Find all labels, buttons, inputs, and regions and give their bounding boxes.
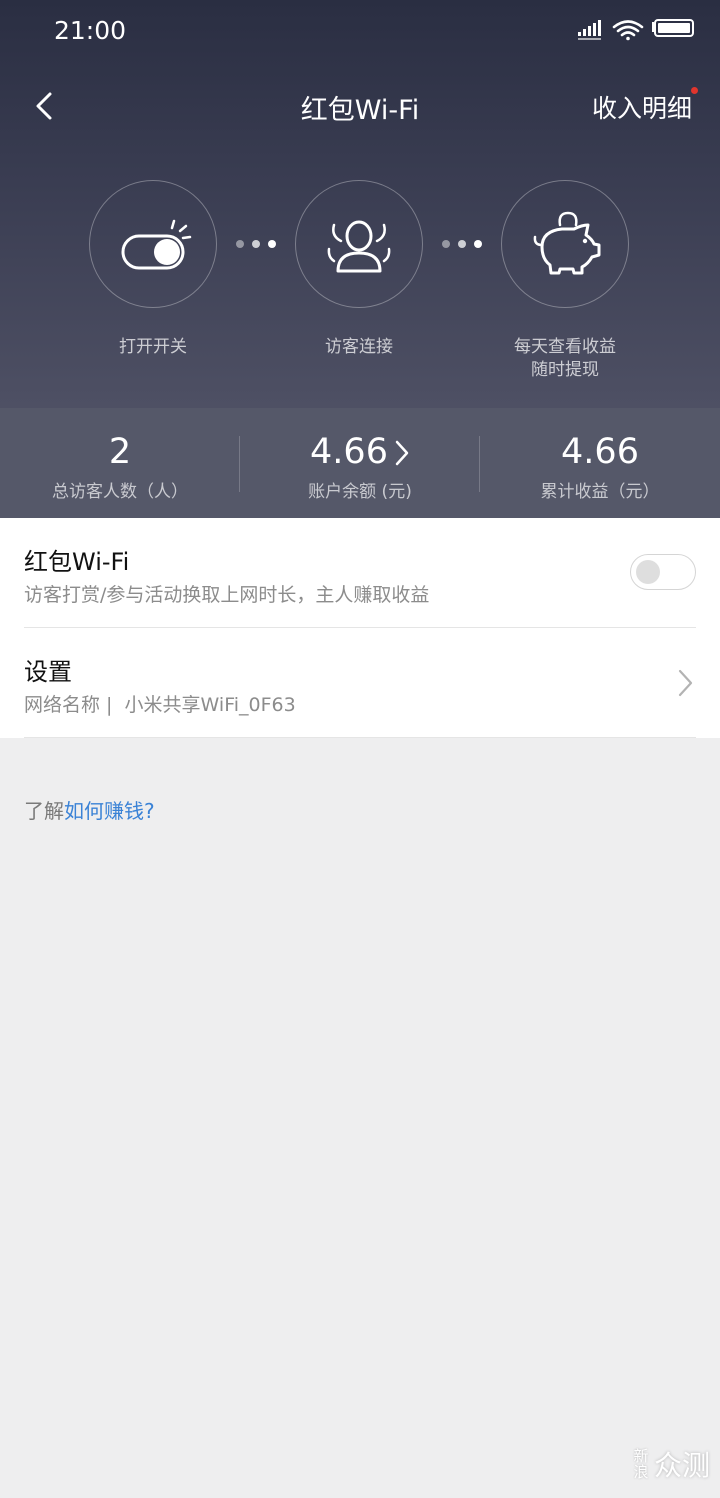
step-label-line2: 随时提现 [531,360,599,380]
watermark-small: 新 浪 [632,1448,650,1480]
toggle-switch-icon [121,219,192,270]
step-check-earnings: 每天查看收益 随时提现 [500,180,630,382]
battery-icon [652,19,694,37]
wifi-toggle-switch[interactable] [630,554,696,590]
stat-label: 总访客人数（人） [52,482,188,502]
stat-label: 累计收益（元） [540,482,660,502]
step-dots [234,240,284,250]
step-visitor-connect: 访客连接 [294,180,424,359]
stat-value: 2 [108,432,132,472]
help-text: 了解如何赚钱? [24,795,155,824]
stats-bar: 2 总访客人数（人） 4.66 账户余额 (元) 4.66 累计收益（元） [0,408,720,518]
nav-bar: 红包Wi-Fi 收入明细 [0,70,720,142]
piggy-bank-icon [533,211,601,275]
signal-icon [578,20,601,40]
step-circle [89,180,217,308]
watermark-small-bottom: 浪 [633,1463,649,1481]
stat-account-balance[interactable]: 4.66 账户余额 (元) [240,408,480,518]
row-subtitle: 网络名称 | 小米共享WiFi_0F63 [24,690,296,717]
wifi-icon [612,20,644,41]
notification-dot [691,87,698,94]
settings-card: 红包Wi-Fi 访客打赏/参与活动换取上网时长，主人赚取收益 设置 网络名称 |… [0,518,720,738]
divider [24,737,696,738]
toggle-knob [636,560,660,584]
row-title: 设置 [24,658,72,686]
step-circle [295,180,423,308]
stat-value: 4.66 [561,432,639,472]
stat-value: 4.66 [310,432,388,472]
row-subtitle: 访客打赏/参与活动换取上网时长，主人赚取收益 [24,584,430,606]
income-details-link[interactable]: 收入明细 [591,87,698,125]
stat-label: 账户余额 (元) [308,482,412,502]
step-circle [501,180,629,308]
watermark-small-top: 新 [633,1447,649,1465]
status-icons [576,18,696,46]
how-to-earn-link[interactable]: 如何赚钱? [64,799,155,823]
help-prefix: 了解 [24,799,64,823]
network-name-prefix: 网络名称 | [24,694,113,716]
header-panel: 21:00 红包Wi-Fi 收入明细 打开开关 访客连接 每天查看收益 随时提现 [0,0,720,408]
step-label: 打开开关 [119,337,187,357]
chevron-right-icon [395,440,409,466]
network-name-value: 小米共享WiFi_0F63 [124,694,296,716]
wifi-toggle-row: 红包Wi-Fi 访客打赏/参与活动换取上网时长，主人赚取收益 [0,518,720,628]
income-details-label: 收入明细 [591,94,692,123]
stat-cumulative-earnings: 4.66 累计收益（元） [480,408,720,518]
watermark-big: 众测 [653,1449,710,1482]
visitor-person-icon [327,220,391,273]
step-label: 访客连接 [325,337,393,357]
step-open-switch: 打开开关 [88,180,218,359]
status-bar: 21:00 [0,0,720,64]
settings-row[interactable]: 设置 网络名称 | 小米共享WiFi_0F63 [0,628,720,738]
step-dots [440,240,490,250]
step-label-line1: 每天查看收益 [514,337,616,357]
stat-total-visitors: 2 总访客人数（人） [0,408,240,518]
stat-value-wrap: 4.66 [240,432,480,472]
step-label: 每天查看收益 随时提现 [500,336,630,382]
status-time: 21:00 [54,16,127,45]
watermark-logo: 新 浪 众测 [632,1444,710,1484]
row-title: 红包Wi-Fi [24,548,130,576]
chevron-right-icon [678,669,693,697]
